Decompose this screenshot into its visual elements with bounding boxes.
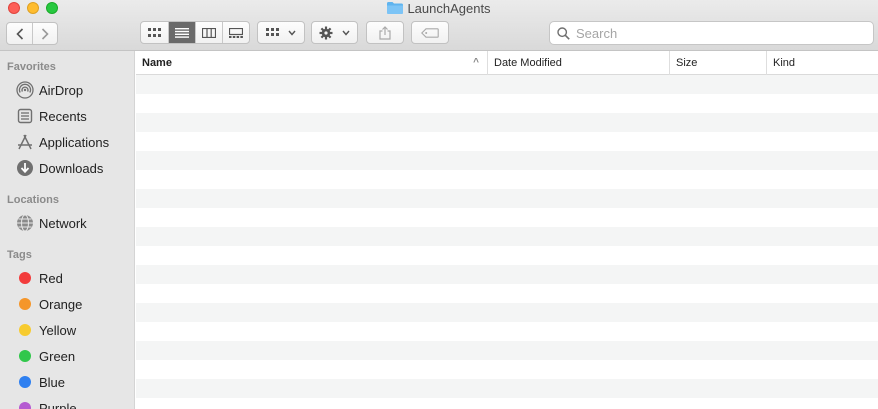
tag-color-dot <box>19 350 31 362</box>
column-header-label: Name <box>142 57 172 69</box>
columns-icon <box>202 27 216 38</box>
sidebar-item-label: AirDrop <box>39 82 84 98</box>
sidebar-item-label: Yellow <box>39 322 77 338</box>
table-row <box>136 132 878 151</box>
window-title-area: LaunchAgents <box>0 1 878 16</box>
sidebar-section-tags: Tags <box>7 249 32 261</box>
action-menu-button[interactable] <box>311 21 358 44</box>
table-row <box>136 303 878 322</box>
edit-tags-button[interactable] <box>411 21 449 44</box>
tag-icon <box>421 27 439 38</box>
airdrop-icon <box>15 80 35 100</box>
table-row <box>136 284 878 303</box>
tag-color-dot <box>19 324 31 336</box>
sidebar-item-label: Green <box>39 348 76 364</box>
search-input[interactable] <box>576 25 866 41</box>
sidebar-item-label: Purple <box>39 400 77 409</box>
applications-icon <box>15 132 35 152</box>
list-lines-icon <box>175 27 189 38</box>
table-row <box>136 151 878 170</box>
column-header-label: Kind <box>773 57 796 69</box>
sidebar-item-label: Red <box>39 270 63 286</box>
table-row <box>136 113 878 132</box>
empty-rows <box>136 75 878 409</box>
column-header-label: Size <box>676 57 698 69</box>
column-header-size[interactable]: Size <box>669 51 766 75</box>
sidebar-section-locations: Locations <box>7 194 59 206</box>
sidebar-item-label: Recents <box>39 108 87 124</box>
sidebar-item-tag-orange[interactable]: Orange <box>0 291 134 317</box>
sidebar-item-tag-blue[interactable]: Blue <box>0 369 134 395</box>
chevron-left-icon <box>15 27 23 40</box>
search-icon <box>557 26 570 40</box>
sidebar-item-tag-red[interactable]: Red <box>0 265 134 291</box>
sidebar-item-tag-green[interactable]: Green <box>0 343 134 369</box>
sidebar-section-favorites: Favorites <box>7 61 56 73</box>
gallery-view-button[interactable] <box>222 22 249 43</box>
back-forward-group <box>6 22 58 45</box>
recents-icon <box>15 106 35 126</box>
sidebar-item-network[interactable]: Network <box>0 210 134 236</box>
table-row <box>136 379 878 398</box>
table-row <box>136 341 878 360</box>
sidebar-item-tag-purple[interactable]: Purple <box>0 395 134 409</box>
share-icon <box>379 25 391 40</box>
sidebar-item-airdrop[interactable]: AirDrop <box>0 77 134 103</box>
tag-color-dot <box>19 402 31 409</box>
arrange-button[interactable] <box>257 21 305 44</box>
sort-ascending-icon: ^ <box>473 57 479 68</box>
window-toolbar: LaunchAgents <box>0 0 878 51</box>
table-row <box>136 208 878 227</box>
table-row <box>136 246 878 265</box>
icon-view-button[interactable] <box>141 22 168 43</box>
table-row <box>136 227 878 246</box>
sidebar: Favorites AirDrop Recents Applications D… <box>0 51 135 409</box>
share-button[interactable] <box>366 21 404 44</box>
table-row <box>136 265 878 284</box>
group-grid-icon <box>266 28 279 36</box>
folder-icon <box>387 2 404 14</box>
sidebar-item-label: Downloads <box>39 160 104 176</box>
sidebar-item-recents[interactable]: Recents <box>0 103 134 129</box>
sidebar-item-label: Blue <box>39 374 66 390</box>
sidebar-item-applications[interactable]: Applications <box>0 129 134 155</box>
sidebar-item-tag-yellow[interactable]: Yellow <box>0 317 134 343</box>
tag-list: Red Orange Yellow Green Blue Purple <box>0 265 134 409</box>
table-row <box>136 94 878 113</box>
downloads-icon <box>15 158 35 178</box>
column-header-date-modified[interactable]: Date Modified <box>487 51 669 75</box>
column-header-name[interactable]: Name ^ <box>136 51 487 75</box>
column-header-kind[interactable]: Kind <box>766 51 878 75</box>
table-row <box>136 189 878 208</box>
forward-button[interactable] <box>32 23 57 44</box>
column-header-label: Date Modified <box>494 57 562 69</box>
file-list: Name ^ Date Modified Size Kind <box>136 51 878 409</box>
chevron-down-icon <box>342 30 350 36</box>
window-title: LaunchAgents <box>407 1 491 16</box>
sidebar-item-label: Orange <box>39 296 83 312</box>
sidebar-item-label: Network <box>39 215 87 231</box>
back-button[interactable] <box>7 23 32 44</box>
table-row <box>136 75 878 94</box>
sidebar-item-downloads[interactable]: Downloads <box>0 155 134 181</box>
chevron-right-icon <box>41 27 49 40</box>
network-icon <box>15 213 35 233</box>
gear-icon <box>319 26 333 39</box>
table-row <box>136 398 878 409</box>
view-mode-group <box>140 21 250 44</box>
table-row <box>136 360 878 379</box>
tag-color-dot <box>19 376 31 388</box>
tag-color-dot <box>19 298 31 310</box>
chevron-down-icon <box>288 30 296 36</box>
column-view-button[interactable] <box>195 22 222 43</box>
column-header-row: Name ^ Date Modified Size Kind <box>136 51 878 75</box>
sidebar-item-label: Applications <box>39 134 110 150</box>
table-row <box>136 170 878 189</box>
tag-color-dot <box>19 272 31 284</box>
table-row <box>136 322 878 341</box>
icon-grid-icon <box>147 27 161 37</box>
gallery-icon <box>229 27 243 38</box>
list-view-button[interactable] <box>168 22 195 43</box>
search-field[interactable] <box>549 21 874 45</box>
